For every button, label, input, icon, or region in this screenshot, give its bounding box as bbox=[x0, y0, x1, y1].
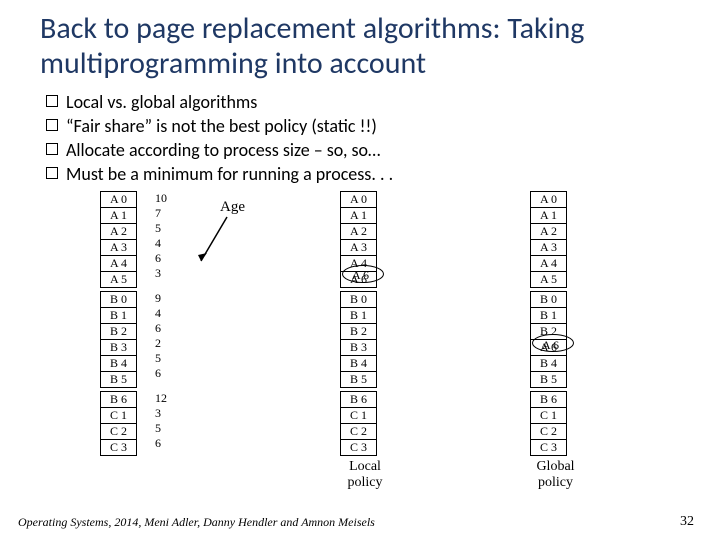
checkbox-icon bbox=[46, 167, 58, 179]
circle-icon bbox=[342, 265, 384, 283]
ages-B: 9 4 6 2 5 6 bbox=[155, 291, 161, 381]
cell: A 0 bbox=[101, 192, 137, 208]
ages-C: 12 3 5 6 bbox=[155, 391, 167, 451]
cell: B 0 bbox=[101, 292, 137, 308]
page-number: 32 bbox=[680, 514, 694, 530]
cell: A 3 bbox=[101, 240, 137, 256]
cell: A 5 bbox=[101, 272, 137, 288]
footer-text: Operating Systems, 2014, Meni Adler, Dan… bbox=[18, 515, 375, 530]
age: 6 bbox=[155, 366, 161, 381]
cell: B 1 bbox=[341, 308, 377, 324]
age: 4 bbox=[155, 306, 161, 321]
cell: A 0 bbox=[341, 192, 377, 208]
age: 5 bbox=[155, 421, 167, 436]
col3-table-C: B 6 C 1 C 2 C 3 bbox=[530, 391, 567, 456]
cell: B 2 bbox=[101, 324, 137, 340]
col2-table-B: B 0 B 1 B 2 B 3 B 4 B 5 bbox=[340, 291, 377, 388]
cell: A 4 bbox=[531, 256, 567, 272]
col1-table-B: B 0 B 1 B 2 B 3 B 4 B 5 bbox=[100, 291, 137, 388]
cell: A 1 bbox=[531, 208, 567, 224]
bullet-item: Local vs. global algorithms bbox=[46, 91, 680, 113]
age: 6 bbox=[155, 436, 167, 451]
age: 3 bbox=[155, 266, 167, 281]
cell: C 3 bbox=[531, 440, 567, 456]
cell: C 2 bbox=[531, 424, 567, 440]
cell: B 6 bbox=[531, 392, 567, 408]
cell: A 3 bbox=[531, 240, 567, 256]
col3-table-A: A 0 A 1 A 2 A 3 A 4 A 5 bbox=[530, 191, 567, 288]
cell: A 0 bbox=[531, 192, 567, 208]
bullet-item: Allocate according to process size – so,… bbox=[46, 139, 680, 161]
checkbox-icon bbox=[46, 95, 58, 107]
bullet-list: Local vs. global algorithms “Fair share”… bbox=[46, 91, 680, 185]
ages-A: 10 7 5 4 6 3 bbox=[155, 191, 167, 281]
cell: B 5 bbox=[531, 372, 567, 388]
age: 5 bbox=[155, 351, 161, 366]
cell: A 1 bbox=[101, 208, 137, 224]
cell: B 4 bbox=[341, 356, 377, 372]
bullet-item: Must be a minimum for running a process.… bbox=[46, 163, 680, 185]
age: 3 bbox=[155, 406, 167, 421]
bullet-text: “Fair share” is not the best policy (sta… bbox=[66, 115, 377, 137]
cell: C 3 bbox=[101, 440, 137, 456]
cell: C 1 bbox=[101, 408, 137, 424]
cell: C 2 bbox=[341, 424, 377, 440]
local-policy-label: Local policy bbox=[340, 459, 390, 491]
age: 4 bbox=[155, 236, 167, 251]
cell: B 3 bbox=[341, 340, 377, 356]
age: 9 bbox=[155, 291, 161, 306]
diagram: A 0 A 1 A 2 A 3 A 4 A 5 10 7 5 4 6 3 B 0… bbox=[40, 191, 680, 491]
cell: A 2 bbox=[341, 224, 377, 240]
cell: A 1 bbox=[341, 208, 377, 224]
cell: C 3 bbox=[341, 440, 377, 456]
cell: B 6 bbox=[341, 392, 377, 408]
age: 6 bbox=[155, 321, 161, 336]
cell: A 2 bbox=[531, 224, 567, 240]
age: 10 bbox=[155, 191, 167, 206]
cell: A 2 bbox=[101, 224, 137, 240]
cell: C 2 bbox=[101, 424, 137, 440]
col1-table-A: A 0 A 1 A 2 A 3 A 4 A 5 bbox=[100, 191, 137, 288]
cell: B 0 bbox=[341, 292, 377, 308]
slide-title: Back to page replacement algorithms: Tak… bbox=[40, 12, 680, 81]
cell: B 3 bbox=[101, 340, 137, 356]
cell: A 5 bbox=[531, 272, 567, 288]
age: 7 bbox=[155, 206, 167, 221]
age: 5 bbox=[155, 221, 167, 236]
cell: A 3 bbox=[341, 240, 377, 256]
age: 6 bbox=[155, 251, 167, 266]
age: 12 bbox=[155, 391, 167, 406]
cell: C 1 bbox=[531, 408, 567, 424]
cell: B 1 bbox=[531, 308, 567, 324]
cell: B 4 bbox=[531, 356, 567, 372]
bullet-item: “Fair share” is not the best policy (sta… bbox=[46, 115, 680, 137]
cell: B 0 bbox=[531, 292, 567, 308]
global-policy-label: Global policy bbox=[528, 459, 583, 491]
cell: B 5 bbox=[101, 372, 137, 388]
bullet-text: Allocate according to process size – so,… bbox=[66, 139, 380, 161]
bullet-text: Local vs. global algorithms bbox=[66, 91, 257, 113]
col1-table-C: B 6 C 1 C 2 C 3 bbox=[100, 391, 137, 456]
cell: B 2 bbox=[341, 324, 377, 340]
cell: C 1 bbox=[341, 408, 377, 424]
cell: B 5 bbox=[341, 372, 377, 388]
cell: A 4 bbox=[101, 256, 137, 272]
arrow-icon bbox=[195, 211, 235, 271]
cell: B 1 bbox=[101, 308, 137, 324]
checkbox-icon bbox=[46, 143, 58, 155]
col2-table-C: B 6 C 1 C 2 C 3 bbox=[340, 391, 377, 456]
age: 2 bbox=[155, 336, 161, 351]
circle-icon bbox=[532, 334, 574, 352]
checkbox-icon bbox=[46, 119, 58, 131]
cell: B 6 bbox=[101, 392, 137, 408]
bullet-text: Must be a minimum for running a process.… bbox=[66, 163, 393, 185]
cell: B 4 bbox=[101, 356, 137, 372]
